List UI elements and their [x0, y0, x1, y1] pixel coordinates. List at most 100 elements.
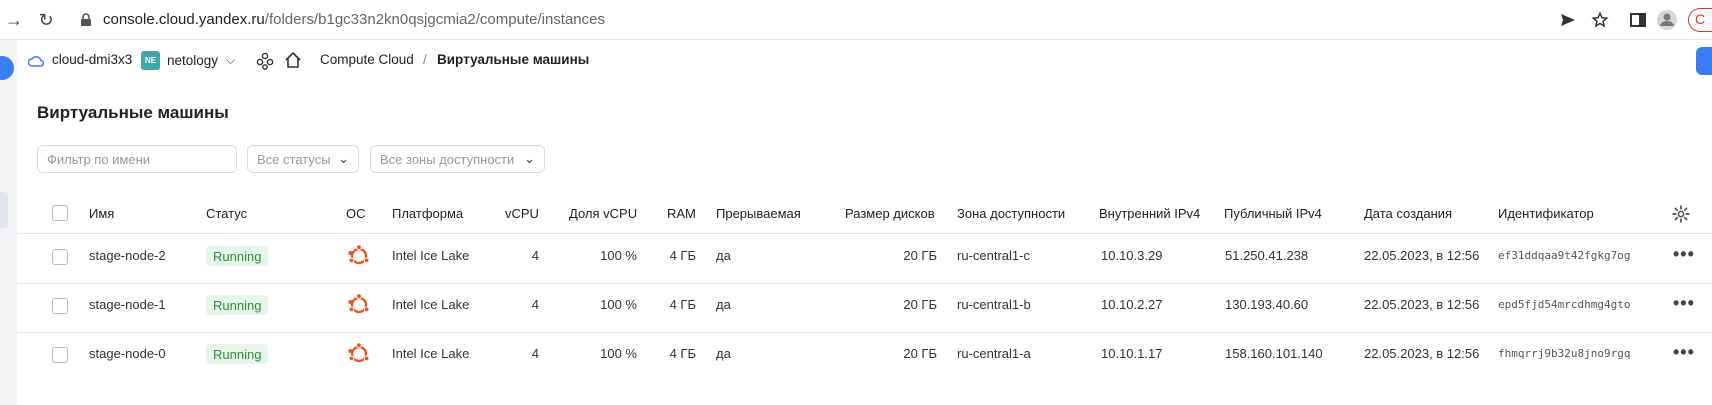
name-filter-input[interactable]: Фильтр по имени: [37, 145, 237, 173]
table-divider: [17, 332, 1712, 333]
folder-name: netology: [167, 53, 219, 68]
name-filter-placeholder: Фильтр по имени: [47, 151, 151, 167]
vm-created: 22.05.2023, в 12:56: [1364, 297, 1480, 312]
row-checkbox[interactable]: [52, 249, 68, 265]
row-checkbox[interactable]: [52, 298, 68, 314]
col-name[interactable]: Имя: [89, 206, 114, 221]
vm-created: 22.05.2023, в 12:56: [1364, 248, 1480, 263]
chevron-down-icon: ⌄: [524, 151, 535, 166]
col-vcpu-share[interactable]: Доля vCPU: [569, 206, 637, 221]
row-actions-menu-icon[interactable]: •••: [1673, 244, 1695, 265]
vm-name[interactable]: stage-node-1: [89, 297, 166, 312]
vm-internal-ip: 10.10.1.17: [1101, 346, 1163, 361]
lock-icon[interactable]: [80, 13, 92, 27]
star-icon[interactable]: [1591, 11, 1609, 29]
col-disk-size[interactable]: Размер дисков: [845, 206, 935, 221]
status-filter-label: Все статусы: [257, 151, 331, 167]
breadcrumb-current: Виртуальные машины: [437, 52, 590, 67]
vm-preemptible: да: [716, 297, 731, 312]
vm-vcpu-share: 100 %: [600, 297, 637, 312]
vm-id: ef31ddqaa9t42fgkg7og: [1498, 249, 1631, 262]
chevron-down-icon: ⌄: [338, 151, 349, 166]
browser-toolbar: → ↻ console.cloud.yandex.ru/folders/b1gc…: [0, 0, 1712, 40]
col-vcpu[interactable]: vCPU: [505, 206, 539, 221]
chevron-down-icon: ⌵: [226, 53, 236, 67]
vm-created: 22.05.2023, в 12:56: [1364, 346, 1480, 361]
rail-active-marker[interactable]: [0, 192, 8, 228]
vm-vcpu: 4: [531, 346, 539, 361]
table-divider: [17, 283, 1712, 284]
page-title: Виртуальные машины: [37, 103, 229, 122]
vm-preemptible: да: [716, 346, 731, 361]
breadcrumb-separator: /: [423, 52, 427, 67]
vm-public-ip: 158.160.101.140: [1225, 346, 1323, 361]
vm-ram: 4 ГБ: [669, 297, 696, 312]
vm-name[interactable]: stage-node-0: [89, 346, 166, 361]
vm-internal-ip: 10.10.2.27: [1101, 297, 1163, 312]
table-divider: [17, 233, 1712, 234]
vm-public-ip: 130.193.40.60: [1225, 297, 1309, 312]
row-checkbox[interactable]: [52, 347, 68, 363]
vm-zone: ru-central1-a: [957, 346, 1031, 361]
zone-filter-select[interactable]: Все зоны доступности ⌄: [370, 145, 545, 173]
col-preemptible[interactable]: Прерываемая: [716, 206, 801, 221]
cloud-name[interactable]: cloud-dmi3x3: [52, 52, 132, 67]
vm-vcpu-share: 100 %: [600, 346, 637, 361]
vm-ram: 4 ГБ: [669, 346, 696, 361]
send-icon[interactable]: [1560, 13, 1576, 27]
browser-update-button[interactable]: C: [1688, 8, 1712, 32]
ubuntu-icon: [348, 342, 370, 363]
col-status[interactable]: Статус: [206, 206, 247, 221]
create-button[interactable]: [1696, 47, 1712, 75]
vm-name[interactable]: stage-node-2: [89, 248, 166, 263]
vm-disk-size: 20 ГБ: [903, 297, 937, 312]
home-icon[interactable]: [284, 51, 302, 69]
vm-id: epd5fjd54mrcdhmg4gto: [1498, 298, 1631, 311]
col-zone[interactable]: Зона доступности: [957, 206, 1065, 221]
select-all-checkbox[interactable]: [52, 205, 68, 221]
vm-zone: ru-central1-b: [957, 297, 1031, 312]
folder-badge: NE: [141, 51, 160, 70]
address-bar[interactable]: console.cloud.yandex.ru/folders/b1gc33n2…: [103, 11, 605, 28]
col-created[interactable]: Дата создания: [1364, 206, 1452, 221]
vm-public-ip: 51.250.41.238: [1225, 248, 1309, 263]
vm-zone: ru-central1-c: [957, 248, 1030, 263]
vm-disk-size: 20 ГБ: [903, 248, 937, 263]
col-platform[interactable]: Платформа: [392, 206, 463, 221]
vm-platform: Intel Ice Lake: [392, 297, 470, 312]
ubuntu-icon: [348, 293, 370, 314]
folder-selector[interactable]: NE netology ⌵: [141, 51, 235, 70]
vm-platform: Intel Ice Lake: [392, 346, 470, 361]
col-id[interactable]: Идентификатор: [1498, 206, 1594, 221]
cloud-icon: [28, 56, 44, 67]
services-icon[interactable]: [256, 52, 274, 70]
status-badge: Running: [206, 344, 269, 364]
vm-internal-ip: 10.10.3.29: [1101, 248, 1163, 263]
status-badge: Running: [206, 246, 269, 266]
col-ram[interactable]: RAM: [667, 206, 696, 221]
vm-vcpu-share: 100 %: [600, 248, 637, 263]
vm-vcpu: 4: [531, 248, 539, 263]
status-badge: Running: [206, 295, 269, 315]
url-domain: console.cloud.yandex.ru: [103, 11, 265, 28]
row-actions-menu-icon[interactable]: •••: [1673, 293, 1695, 314]
gear-icon[interactable]: [1672, 205, 1690, 223]
ubuntu-icon: [348, 244, 370, 265]
profile-avatar-icon[interactable]: [1656, 9, 1678, 31]
col-public-ip[interactable]: Публичный IPv4: [1224, 206, 1322, 221]
url-path: /folders/b1gc33n2kn0qsjgcmia2/compute/in…: [264, 11, 605, 28]
row-actions-menu-icon[interactable]: •••: [1673, 342, 1695, 363]
vm-vcpu: 4: [531, 297, 539, 312]
status-filter-select[interactable]: Все статусы ⌄: [247, 145, 359, 173]
breadcrumb-service[interactable]: Compute Cloud: [320, 52, 414, 67]
forward-arrow-icon[interactable]: →: [4, 10, 24, 30]
vm-id: fhmqrrj9b32u8jno9rgq: [1498, 347, 1631, 360]
col-os[interactable]: ОС: [346, 206, 366, 221]
vm-platform: Intel Ice Lake: [392, 248, 470, 263]
vm-preemptible: да: [716, 248, 731, 263]
side-panel-icon[interactable]: [1630, 12, 1646, 28]
vm-disk-size: 20 ГБ: [903, 346, 937, 361]
reload-icon[interactable]: ↻: [36, 10, 56, 30]
zone-filter-label: Все зоны доступности: [380, 151, 515, 167]
col-internal-ip[interactable]: Внутренний IPv4: [1099, 206, 1200, 221]
